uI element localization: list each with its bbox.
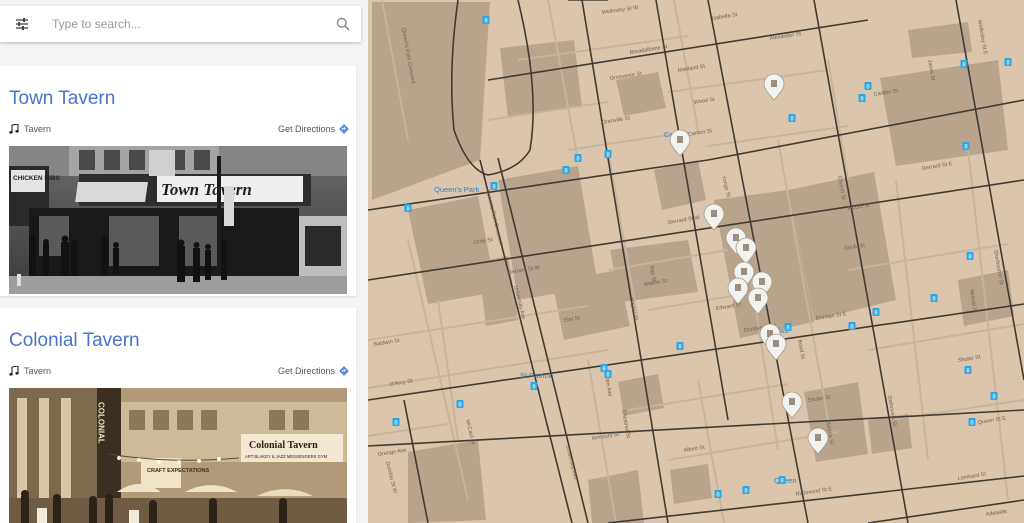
side-sign-text: CHICKEN RIBS xyxy=(13,175,61,182)
listing-photo: COLONIAL Colonial Tavern ART BLAKEY & JA… xyxy=(9,388,347,523)
get-directions-link[interactable]: Get Directions xyxy=(278,366,349,376)
sign-text: Town Tavern xyxy=(161,180,252,199)
listing-card[interactable]: Town Tavern Tavern Get Directions CHICKE… xyxy=(0,66,356,296)
music-note-icon xyxy=(9,366,19,376)
search-icon xyxy=(336,17,350,31)
listing-meta: Tavern Get Directions xyxy=(9,366,349,380)
listing-category: Tavern xyxy=(9,124,51,134)
search-input[interactable] xyxy=(44,9,325,39)
station-label: Queen's Park xyxy=(434,185,479,194)
banner-text: CRAFT EXPECTATIONS xyxy=(147,468,209,474)
search-button[interactable] xyxy=(325,6,361,42)
listing-meta: Tavern Get Directions xyxy=(9,124,349,138)
sign-text: Colonial Tavern xyxy=(249,440,318,451)
listing-card[interactable]: Colonial Tavern Tavern Get Directions CO… xyxy=(0,308,356,523)
listing-title[interactable]: Colonial Tavern xyxy=(9,330,140,352)
map-canvas[interactable]: Wellesley St W Wellesley St E Carlton St… xyxy=(368,0,1024,523)
vertical-sign-text: COLONIAL xyxy=(97,402,106,444)
search-bar xyxy=(0,6,361,42)
get-directions-label: Get Directions xyxy=(277,124,335,134)
get-directions-label: Get Directions xyxy=(277,366,335,376)
app: Town Tavern Tavern Get Directions xyxy=(0,0,1024,523)
filter-button[interactable] xyxy=(0,6,44,42)
map-view[interactable]: Wellesley St W Wellesley St E Carlton St… xyxy=(368,0,1024,523)
listing-category-label: Tavern xyxy=(24,124,52,134)
listing-category: Tavern xyxy=(9,366,51,376)
sign-subtext: ART BLAKEY & JAZZ MESSENGERS GYM xyxy=(245,454,328,459)
sliders-icon xyxy=(16,18,28,30)
music-note-icon xyxy=(9,124,19,134)
get-directions-link[interactable]: Get Directions xyxy=(278,124,349,134)
station-label: St Patrick xyxy=(520,371,552,380)
listing-category-label: Tavern xyxy=(24,366,52,376)
directions-icon xyxy=(339,366,349,376)
listing-photo: CHICKEN RIBS Town Tavern xyxy=(9,146,347,294)
listing-title[interactable]: Town Tavern xyxy=(9,88,115,110)
sidebar: Town Tavern Tavern Get Directions xyxy=(0,0,368,523)
directions-icon xyxy=(339,124,349,134)
